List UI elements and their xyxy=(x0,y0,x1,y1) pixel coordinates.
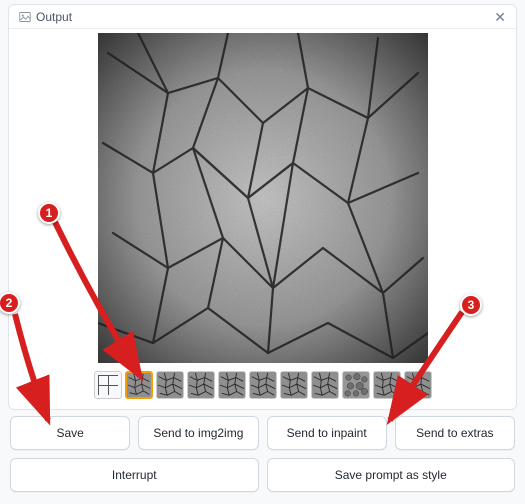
thumbnail[interactable] xyxy=(404,371,432,399)
save-button[interactable]: Save xyxy=(10,416,130,450)
interrupt-button[interactable]: Interrupt xyxy=(10,458,259,492)
send-img2img-button[interactable]: Send to img2img xyxy=(138,416,258,450)
preview-image[interactable] xyxy=(98,33,428,363)
thumbnail[interactable] xyxy=(187,371,215,399)
close-icon[interactable]: ✕ xyxy=(494,10,506,24)
preview-area xyxy=(9,29,516,363)
send-extras-button[interactable]: Send to extras xyxy=(395,416,515,450)
annotation-marker-3: 3 xyxy=(460,294,482,316)
action-row-2: Interrupt Save prompt as style xyxy=(0,450,525,500)
panel-title: Output xyxy=(36,10,72,24)
thumbnail[interactable] xyxy=(342,371,370,399)
thumbnail[interactable] xyxy=(249,371,277,399)
action-row-1: Save Send to img2img Send to inpaint Sen… xyxy=(0,410,525,450)
output-panel: Output ✕ xyxy=(8,4,517,410)
thumbnail[interactable] xyxy=(311,371,339,399)
annotation-marker-1: 1 xyxy=(38,202,60,224)
thumbnail[interactable] xyxy=(218,371,246,399)
save-style-button[interactable]: Save prompt as style xyxy=(267,458,516,492)
thumbnail[interactable] xyxy=(373,371,401,399)
send-inpaint-button[interactable]: Send to inpaint xyxy=(267,416,387,450)
panel-title-row: Output xyxy=(19,10,72,24)
thumbnail[interactable] xyxy=(156,371,184,399)
thumbnail-strip xyxy=(9,363,516,409)
thumbnail[interactable] xyxy=(94,371,122,399)
image-icon xyxy=(19,11,31,23)
thumbnail[interactable] xyxy=(280,371,308,399)
thumbnail[interactable] xyxy=(125,371,153,399)
panel-header: Output ✕ xyxy=(9,5,516,29)
